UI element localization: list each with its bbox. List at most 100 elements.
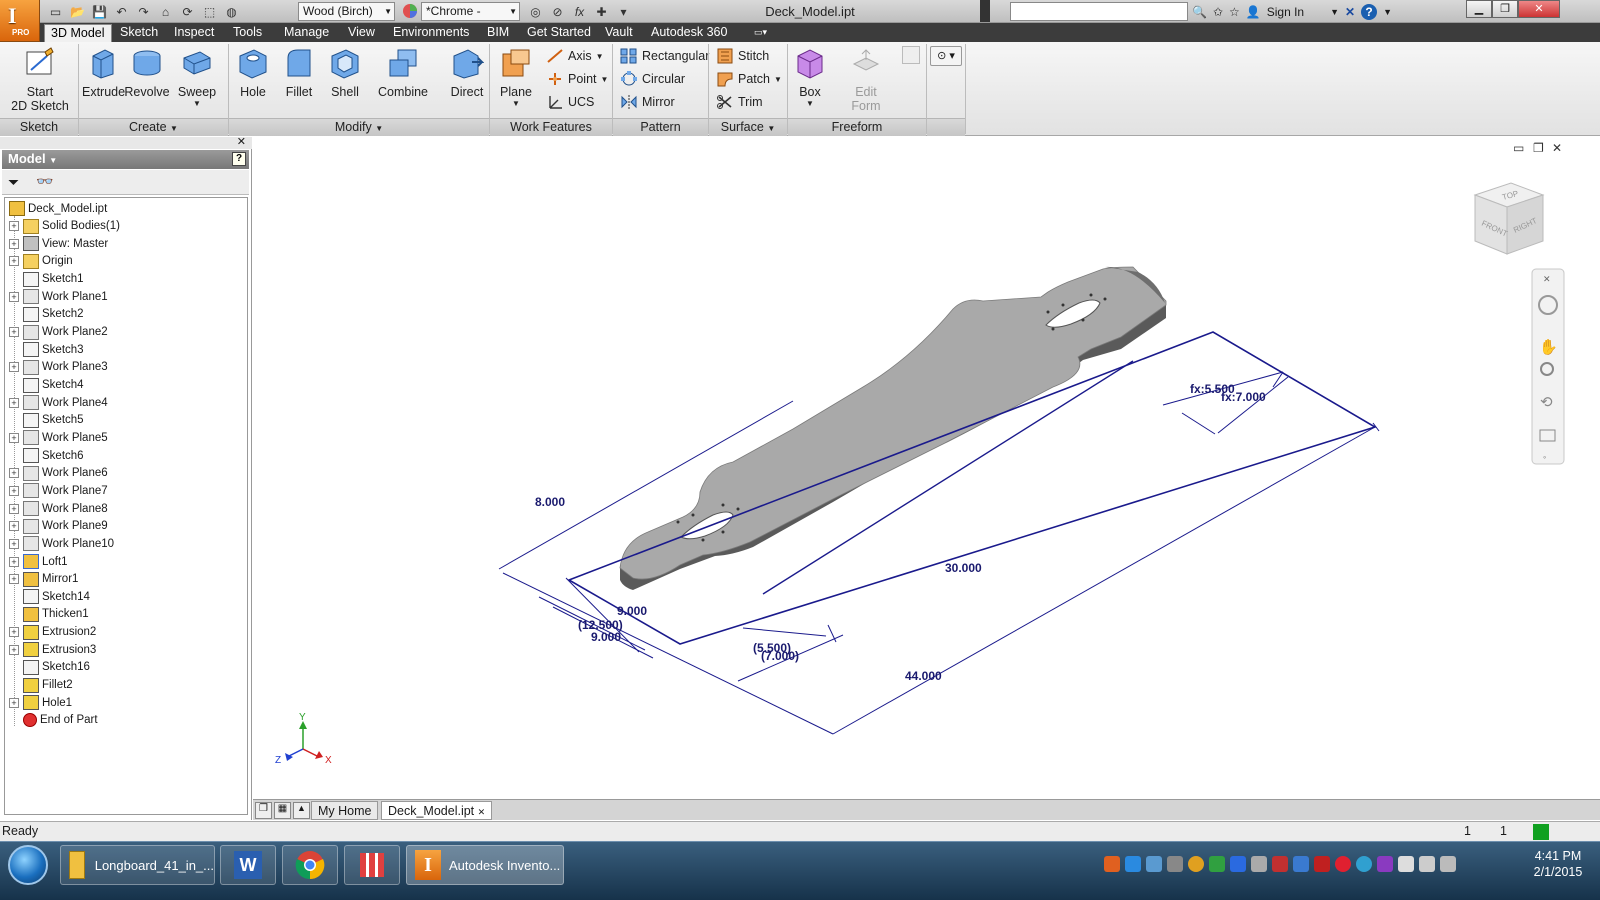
- home-icon[interactable]: ⌂: [156, 3, 175, 21]
- taskbar-item-word[interactable]: W: [220, 845, 276, 885]
- dim-7000[interactable]: (7.000): [761, 649, 799, 663]
- expand-toggle-icon[interactable]: +: [9, 221, 19, 232]
- tree-node[interactable]: + Work Plane1: [9, 288, 108, 305]
- tray-security-icon[interactable]: [1272, 856, 1288, 872]
- tree-node[interactable]: Sketch16: [9, 659, 90, 676]
- taskbar-item-apps[interactable]: [344, 845, 400, 885]
- cascade-icon[interactable]: ❐: [255, 802, 272, 819]
- tray-chrome-icon[interactable]: [1188, 856, 1204, 872]
- panel-freeform-label[interactable]: Freeform: [788, 118, 926, 136]
- circular-pattern-button[interactable]: Circular: [620, 69, 685, 89]
- expand-toggle-icon[interactable]: +: [9, 256, 19, 267]
- shell-button[interactable]: Shell: [326, 46, 364, 99]
- tray-volume-icon[interactable]: [1440, 856, 1456, 872]
- customize-icon[interactable]: ▾: [614, 3, 633, 21]
- tree-node[interactable]: Sketch6: [9, 447, 84, 464]
- browser-header[interactable]: Model ▼ ?: [2, 150, 249, 169]
- trim-button[interactable]: Trim: [716, 92, 763, 112]
- open-icon[interactable]: 📂: [68, 3, 87, 21]
- tray-sync-icon[interactable]: [1146, 856, 1162, 872]
- close-button[interactable]: ✕: [1518, 0, 1560, 18]
- tray-flag-icon[interactable]: [1398, 856, 1414, 872]
- start-2d-sketch-button[interactable]: Start 2D Sketch: [8, 46, 72, 113]
- sweep-button[interactable]: Sweep ▼: [176, 46, 218, 108]
- application-menu-button[interactable]: I PRO: [0, 0, 40, 42]
- help-icon[interactable]: ?: [1361, 3, 1378, 20]
- axis-button[interactable]: Axis ▼: [546, 46, 604, 66]
- sign-in-link[interactable]: Sign In: [1267, 5, 1304, 19]
- save-icon[interactable]: 💾: [90, 3, 109, 21]
- material-icon[interactable]: ◍: [222, 3, 241, 21]
- tree-node[interactable]: Sketch1: [9, 271, 84, 288]
- chevron-down-icon[interactable]: ▼: [1330, 7, 1339, 17]
- tab-my-home[interactable]: My Home: [311, 801, 379, 820]
- tab-manage[interactable]: Manage: [278, 24, 335, 42]
- close-tab-icon[interactable]: ✕: [478, 807, 486, 817]
- taskbar-item-chrome[interactable]: [282, 845, 338, 885]
- expand-toggle-icon[interactable]: +: [9, 362, 19, 373]
- tab-deck-model[interactable]: Deck_Model.ipt ✕: [381, 801, 493, 820]
- tray-wifi-icon[interactable]: [1419, 856, 1435, 872]
- tree-node[interactable]: Deck_Model.ipt: [9, 200, 107, 217]
- tab-tools[interactable]: Tools: [227, 24, 268, 42]
- ucs-button[interactable]: UCS: [546, 92, 594, 112]
- help-search-input[interactable]: [1010, 2, 1188, 21]
- appearance-dropdown[interactable]: *Chrome - ▼: [421, 2, 520, 21]
- panel-surface-label[interactable]: Surface ▼: [709, 118, 787, 136]
- tree-node[interactable]: + Solid Bodies(1): [9, 218, 120, 235]
- adjust-icon[interactable]: ◎: [526, 3, 545, 21]
- exchange-icon[interactable]: ✕: [1345, 5, 1355, 19]
- panel-create-label[interactable]: Create ▼: [79, 118, 228, 136]
- box-button[interactable]: Box ▼: [790, 46, 830, 108]
- panel-pattern-label[interactable]: Pattern: [613, 118, 708, 136]
- deck-model[interactable]: [619, 266, 1167, 590]
- viewport-minimize-icon[interactable]: ▭: [1513, 141, 1524, 155]
- ribbon-options-icon[interactable]: ▭▾: [748, 24, 773, 42]
- material-dropdown[interactable]: Wood (Birch) ▼: [298, 2, 395, 21]
- tab-view[interactable]: View: [342, 24, 381, 42]
- expand-toggle-icon[interactable]: +: [9, 697, 19, 708]
- combine-button[interactable]: Combine: [376, 46, 430, 99]
- tree-node[interactable]: + Work Plane9: [9, 518, 108, 535]
- expand-toggle-icon[interactable]: +: [9, 291, 19, 302]
- viewcube[interactable]: TOP FRONT RIGHT: [1473, 182, 1545, 255]
- tray-antivirus-icon[interactable]: [1314, 856, 1330, 872]
- tray-dropbox-icon[interactable]: [1230, 856, 1246, 872]
- tree-node[interactable]: Fillet2: [9, 677, 73, 694]
- tree-node[interactable]: + Work Plane7: [9, 482, 108, 499]
- tray-network-drive-icon[interactable]: [1167, 856, 1183, 872]
- redo-icon[interactable]: ↷: [134, 3, 153, 21]
- convert-icon[interactable]: [902, 46, 920, 64]
- tree-node[interactable]: Sketch3: [9, 341, 84, 358]
- tree-node[interactable]: + Work Plane3: [9, 359, 108, 376]
- panel-sketch-label[interactable]: Sketch: [0, 118, 78, 136]
- expand-toggle-icon[interactable]: +: [9, 556, 19, 567]
- tray-device-icon[interactable]: [1251, 856, 1267, 872]
- tree-node[interactable]: + Work Plane2: [9, 324, 108, 341]
- tree-node[interactable]: + Work Plane10: [9, 535, 114, 552]
- chevron-down-icon[interactable]: ▼: [1383, 7, 1392, 17]
- viewport-restore-icon[interactable]: ❐: [1533, 141, 1544, 155]
- tray-skype-icon[interactable]: [1356, 856, 1372, 872]
- star-icon[interactable]: ✩: [1213, 5, 1223, 19]
- tree-node[interactable]: Sketch2: [9, 306, 84, 323]
- edit-form-button[interactable]: Edit Form: [844, 46, 888, 113]
- pan-hand-icon[interactable]: ✋: [1539, 338, 1558, 356]
- graphics-window[interactable]: ▭ ❐ ✕ TOP FRONT RIGHT ✕ ✋ ⟲ ◦ 8.000 fx:5…: [253, 137, 1600, 799]
- tree-node[interactable]: + Hole1: [9, 694, 72, 711]
- tab-inspect[interactable]: Inspect: [168, 24, 220, 42]
- find-binoculars-icon[interactable]: 👓: [36, 173, 53, 190]
- tab-3d-model[interactable]: 3D Model: [44, 24, 112, 42]
- tree-node[interactable]: End of Part: [9, 712, 98, 729]
- dim-9-upper[interactable]: 9.000: [617, 604, 647, 618]
- start-button[interactable]: [8, 845, 48, 885]
- clear-icon[interactable]: ⊘: [548, 3, 567, 21]
- tab-get-started[interactable]: Get Started: [521, 24, 597, 42]
- filter-icon[interactable]: ⏷: [8, 174, 19, 191]
- tile-icon[interactable]: ▦: [274, 802, 291, 819]
- expand-toggle-icon[interactable]: +: [9, 397, 19, 408]
- patch-button[interactable]: Patch ▼: [716, 69, 782, 89]
- taskbar-clock[interactable]: 4:41 PM 2/1/2015: [1520, 848, 1596, 880]
- dim-9-lower[interactable]: 9.000: [591, 630, 621, 644]
- expand-toggle-icon[interactable]: +: [9, 485, 19, 496]
